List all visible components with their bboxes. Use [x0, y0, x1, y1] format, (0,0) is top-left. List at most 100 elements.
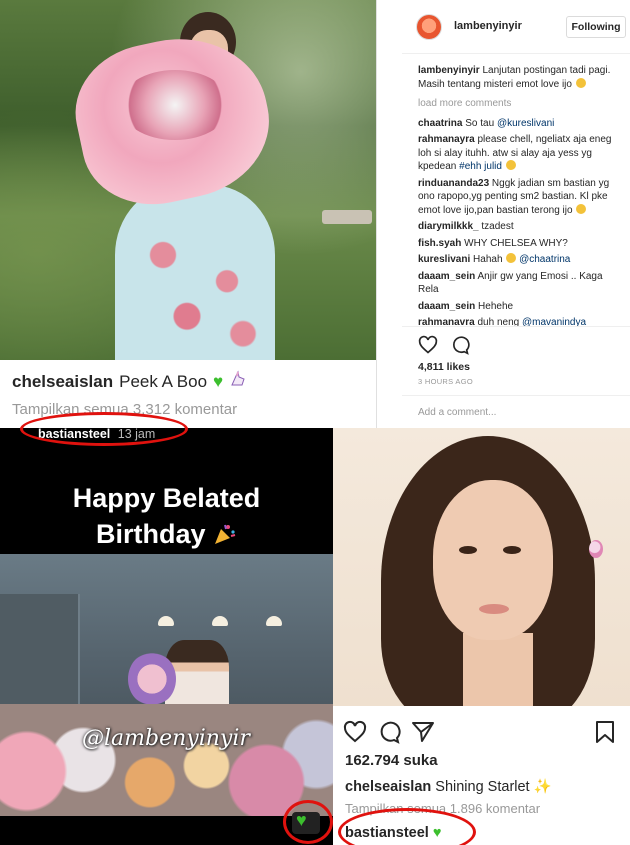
story-screenshot: bastiansteel 13 jam Happy Belated Birthd…: [0, 428, 333, 845]
greeting-line-2: Birthday: [0, 516, 333, 552]
green-heart-badge: ♥: [292, 810, 320, 834]
heart-icon[interactable]: [418, 335, 438, 355]
heart-icon[interactable]: [343, 720, 367, 743]
star-icon: ✨: [533, 779, 552, 795]
green-heart-icon: ♥: [213, 371, 224, 391]
view-all-comments-link[interactable]: Tampilkan semua 3.312 komentar: [12, 401, 237, 418]
greeting-line-2-text: Birthday: [95, 519, 206, 549]
bookmark-icon[interactable]: [594, 720, 614, 743]
comment-username[interactable]: rahmanayra: [418, 134, 475, 145]
list-item: diarymilkkk_ tzadest: [418, 220, 624, 234]
comment-text: Hahah: [473, 254, 503, 265]
comment-username[interactable]: lambenyinyir: [418, 65, 480, 76]
panel-divider: [376, 0, 378, 428]
caption-username[interactable]: chelseaislan: [345, 779, 431, 795]
comment-username[interactable]: chaatrina: [418, 118, 462, 129]
ceiling-lamp: [212, 616, 228, 626]
emoji-icon: [575, 77, 586, 88]
list-item: rinduananda23 Nggk jadian sm bastian yg …: [418, 177, 624, 218]
green-heart-icon: ♥: [296, 810, 307, 830]
list-item: daaam_sein Anjir gw yang Emosi .. Kaga R…: [418, 270, 624, 297]
last-comment: bastiansteel ♥: [345, 825, 441, 841]
load-more-comments-link[interactable]: load more comments: [418, 97, 624, 111]
caption-username[interactable]: chelseaislan: [12, 372, 113, 392]
list-item: daaam_sein Hehehe: [418, 300, 624, 314]
list-item: fish.syah WHY CHELSEA WHY?: [418, 237, 624, 251]
comment-icon[interactable]: [377, 720, 401, 744]
earring: [589, 540, 603, 558]
caption-text: Peek A Boo: [119, 371, 208, 391]
comment-text: WHY CHELSEA WHY?: [464, 237, 568, 249]
hashtag-link[interactable]: #ehh julid: [459, 161, 502, 172]
portrait-face: [433, 480, 553, 640]
post-timestamp: 3 HOURS AGO: [418, 377, 473, 386]
following-button[interactable]: Following: [566, 16, 626, 38]
garden-lamp: [322, 210, 372, 224]
mention-link[interactable]: @chaatrina: [519, 254, 570, 265]
list-item: chaatrina So tau @kureslivani: [418, 117, 624, 131]
watermark: @lambenyinyir: [82, 726, 250, 751]
like-count[interactable]: 4,811 likes: [418, 361, 470, 373]
action-icons: [343, 720, 434, 744]
caption-line: chelseaislan Shining Starlet ✨: [345, 778, 552, 795]
caption-text: Shining Starlet: [435, 779, 530, 795]
portrait-eye: [459, 546, 477, 554]
comment-username[interactable]: rinduananda23: [418, 178, 489, 189]
header-username[interactable]: lambenyinyir: [454, 20, 522, 32]
comment-text: So tau: [465, 117, 495, 129]
post-header: lambenyinyir Following: [402, 0, 630, 54]
avatar[interactable]: [416, 14, 442, 40]
comment-username[interactable]: diarymilkkk_: [418, 221, 479, 232]
floral-dress: [115, 185, 275, 360]
flower-pile: [0, 704, 333, 816]
portrait-post: 162.794 suka chelseaislan Shining Starle…: [333, 428, 630, 845]
caption-line: chelseaislan Peek A Boo ♥: [12, 370, 247, 393]
post-photo-peek-a-boo[interactable]: [0, 0, 376, 360]
comment-username[interactable]: bastiansteel: [345, 825, 429, 841]
comment-username[interactable]: rahmanavra: [418, 317, 475, 326]
emoji-icon: [506, 253, 517, 263]
comment-username[interactable]: daaam_sein: [418, 271, 475, 282]
list-item: rahmanavra duh neng @mavanindya: [418, 316, 624, 326]
action-icons: [418, 335, 470, 355]
share-icon[interactable]: [411, 720, 434, 742]
emoji-icon: [576, 203, 587, 214]
comments-panel: lambenyinyir Following lambenyinyir Lanj…: [402, 0, 630, 428]
portrait-lips: [479, 604, 509, 614]
story-time: 13 jam: [117, 428, 156, 441]
party-popper-icon: [213, 518, 237, 544]
list-item: rahmanayra please chell, ngeliatx aja en…: [418, 133, 624, 174]
comment-username[interactable]: daaam_sein: [418, 301, 475, 312]
view-all-comments-link[interactable]: Tampilkan semua 1.896 komentar: [345, 801, 540, 816]
comment-username[interactable]: kureslivani: [418, 254, 470, 265]
greeting-line-1: Happy Belated: [72, 483, 261, 513]
mention-link[interactable]: @kureslivani: [497, 118, 554, 129]
mention-link[interactable]: @mavanindya: [522, 317, 586, 326]
story-username[interactable]: bastiansteel: [38, 428, 110, 441]
comment-icon[interactable]: [450, 335, 470, 355]
post-caption-area: chelseaislan Peek A Boo ♥ Tampilkan semu…: [0, 360, 376, 428]
post-photo-portrait[interactable]: [333, 428, 630, 706]
ceiling-lamp: [266, 616, 282, 626]
bouquet-flowers: [120, 70, 230, 140]
bouquet: [128, 652, 176, 706]
like-count[interactable]: 162.794 suka: [345, 752, 438, 769]
post-actions: 4,811 likes 3 HOURS AGO Add a comment...: [402, 326, 630, 428]
ceiling-lamp: [158, 616, 174, 626]
list-item: kureslivani Hahah @chaatrina: [418, 253, 624, 267]
green-heart-icon: ♥: [432, 825, 442, 841]
story-header: bastiansteel 13 jam: [38, 428, 155, 441]
comment-text: Hehehe: [478, 300, 514, 312]
comment-username[interactable]: fish.syah: [418, 238, 461, 249]
unicorn-icon: [229, 370, 247, 393]
story-photo: [0, 554, 333, 816]
comment-text: duh neng: [477, 317, 520, 326]
portrait-neck: [463, 633, 533, 706]
emoji-icon: [505, 160, 516, 170]
post-actions: [343, 720, 620, 744]
add-comment-input[interactable]: Add a comment...: [402, 395, 630, 429]
comment-text: tzadest: [481, 221, 514, 232]
caption-comment: lambenyinyir Lanjutan postingan tadi pag…: [418, 64, 624, 91]
birthday-greeting: Happy Belated Birthday: [0, 480, 333, 552]
portrait-eye: [503, 546, 521, 554]
